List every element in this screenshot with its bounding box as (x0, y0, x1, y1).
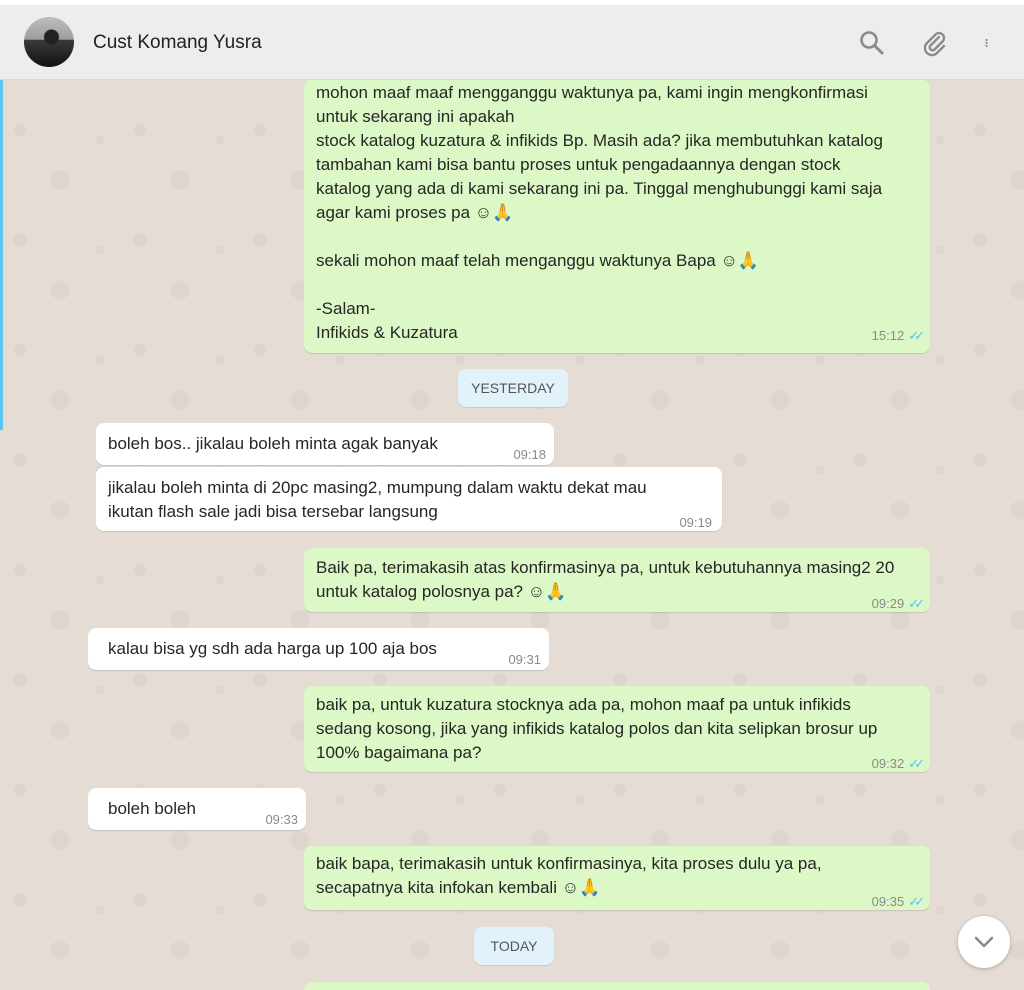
message-time: 09:19 (679, 515, 712, 530)
contact-avatar[interactable] (24, 17, 74, 67)
chat-header: Cust Komang Yusra (0, 0, 1024, 80)
message-text: boleh bos.. jikalau boleh minta agak ban… (108, 434, 438, 453)
message-line: ikutan flash sale jadi bisa tersebar lan… (108, 502, 438, 521)
message-line: katalog yang ada di kami sekarang ini pa… (316, 179, 883, 198)
date-separator: YESTERDAY (458, 369, 568, 407)
message-text: Baik pa, terimakasih atas konfirmasinya … (316, 556, 894, 604)
scroll-to-bottom-button[interactable] (958, 916, 1010, 968)
message-bubble-outgoing-partial[interactable] (304, 982, 930, 990)
message-bubble-incoming[interactable]: boleh boleh 09:33 (88, 788, 306, 830)
attach-icon[interactable] (920, 29, 948, 57)
message-line: stock katalog kuzatura & infikids Bp. Ma… (316, 131, 883, 150)
message-time: 09:32 ✓✓ (872, 752, 925, 776)
read-receipt-icon: ✓✓ (908, 596, 925, 611)
message-bubble-outgoing[interactable]: baik bapa, terimakasih untuk konfirmasin… (304, 846, 930, 910)
message-text: mohon maaf maaf mengganggu waktunya pa, … (316, 81, 883, 345)
message-line: mohon maaf maaf mengganggu waktunya pa, … (316, 83, 868, 102)
message-line: 100% bagaimana pa? (316, 743, 482, 762)
message-line: -Salam- (316, 299, 376, 318)
message-bubble-incoming[interactable]: boleh bos.. jikalau boleh minta agak ban… (96, 423, 554, 465)
message-line: baik bapa, terimakasih untuk konfirmasin… (316, 854, 822, 873)
message-bubble-outgoing[interactable]: Baik pa, terimakasih atas konfirmasinya … (304, 548, 930, 612)
message-line: baik pa, untuk kuzatura stocknya ada pa,… (316, 695, 851, 714)
message-line: Baik pa, terimakasih atas konfirmasinya … (316, 558, 895, 577)
message-line: untuk sekarang ini apakah (316, 107, 515, 126)
message-time: 09:18 (513, 447, 546, 462)
message-bubble-incoming[interactable]: kalau bisa yg sdh ada harga up 100 aja b… (88, 628, 549, 670)
message-line: untuk katalog polosnya pa? ☺🙏 (316, 582, 567, 601)
search-icon[interactable] (858, 29, 886, 57)
read-receipt-icon: ✓✓ (908, 756, 925, 771)
message-text: jikalau boleh minta di 20pc masing2, mum… (108, 476, 647, 524)
message-line: jikalau boleh minta di 20pc masing2, mum… (108, 478, 647, 497)
message-text: kalau bisa yg sdh ada harga up 100 aja b… (108, 639, 437, 658)
message-bubble-outgoing[interactable]: baik pa, untuk kuzatura stocknya ada pa,… (304, 686, 930, 772)
message-line: tambahan kami bisa bantu proses untuk pe… (316, 155, 841, 174)
window-edge-highlight (0, 80, 3, 430)
read-receipt-icon: ✓✓ (908, 894, 925, 909)
message-text: baik pa, untuk kuzatura stocknya ada pa,… (316, 693, 877, 765)
message-bubble-incoming[interactable]: jikalau boleh minta di 20pc masing2, mum… (96, 467, 722, 531)
date-separator: TODAY (474, 927, 554, 965)
read-receipt-icon: ✓✓ (908, 328, 925, 343)
message-time: 09:35 ✓✓ (872, 890, 925, 914)
message-line: secapatnya kita infokan kembali ☺🙏 (316, 878, 601, 897)
message-time: 09:31 (508, 652, 541, 667)
message-bubble-outgoing[interactable]: mohon maaf maaf mengganggu waktunya pa, … (304, 80, 930, 353)
message-line: sedang kosong, jika yang infikids katalo… (316, 719, 878, 738)
message-text: boleh boleh (108, 799, 196, 818)
message-text: baik bapa, terimakasih untuk konfirmasin… (316, 852, 822, 900)
contact-name[interactable]: Cust Komang Yusra (93, 32, 262, 54)
chevron-down-icon (974, 936, 994, 948)
message-line: sekali mohon maaf telah menganggu waktun… (316, 251, 760, 270)
message-time: 15:12 ✓✓ (872, 324, 925, 348)
message-line: Infikids & Kuzatura (316, 323, 458, 342)
menu-icon[interactable] (984, 29, 1012, 57)
message-line: agar kami proses pa ☺🙏 (316, 203, 514, 222)
message-time: 09:29 ✓✓ (872, 592, 925, 616)
message-time: 09:33 (265, 812, 298, 827)
